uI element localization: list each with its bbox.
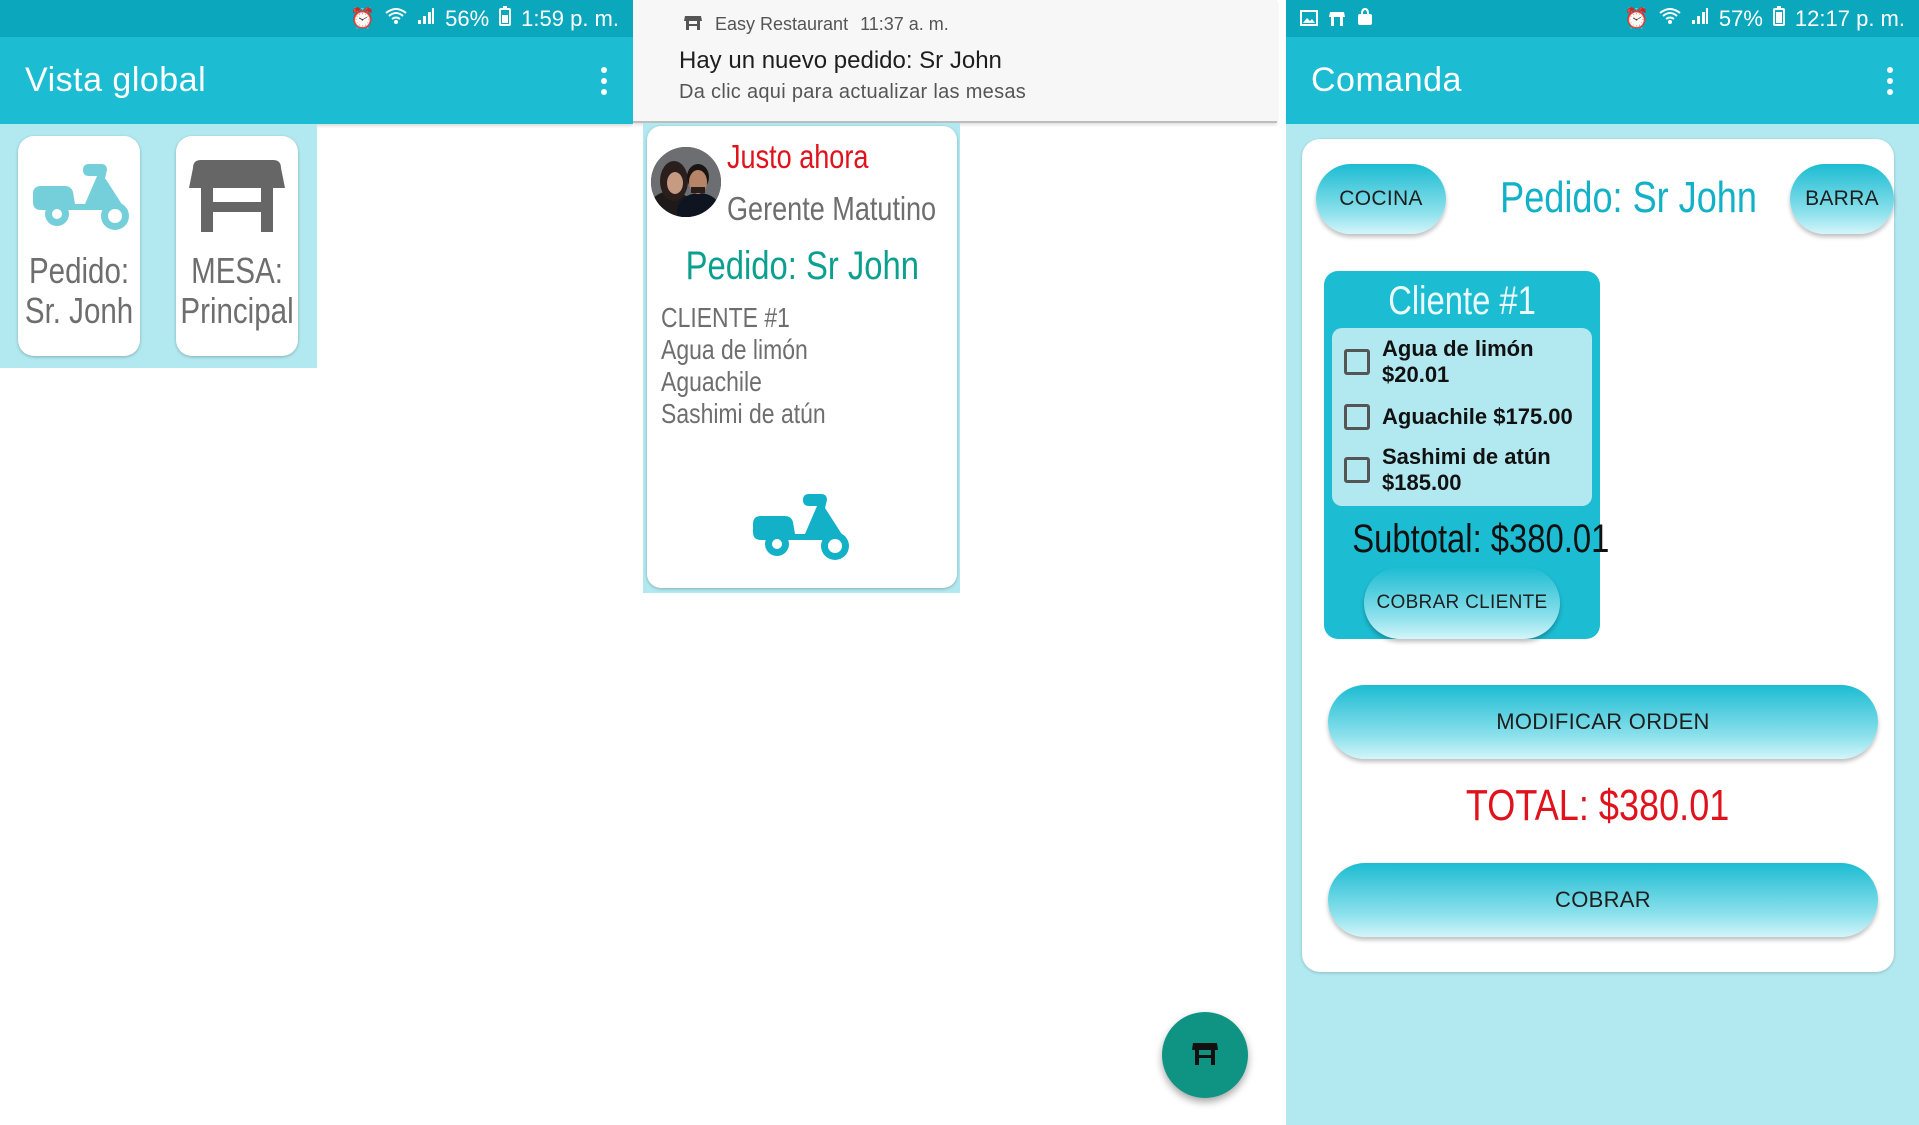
item-name: Aguachile $175.00	[1382, 404, 1573, 429]
kitchen-button[interactable]: COCINA	[1316, 164, 1446, 234]
card-time: Justo ahora	[727, 138, 899, 176]
tile-table-label: MESA: Principal	[168, 251, 306, 331]
card-order-text: Pedido: Sr John	[685, 244, 919, 288]
avatar	[651, 147, 721, 217]
table-icon	[1190, 1040, 1220, 1071]
image-icon	[1300, 6, 1318, 32]
status-bar: ⏰ 57% 12:17 p. m.	[1286, 0, 1919, 37]
order-total: TOTAL: $380.01	[1302, 781, 1894, 831]
list-item: Agua de limón	[661, 334, 862, 366]
card-author-text: Gerente Matutino	[727, 190, 937, 227]
item-label: Sashimi de atún $185.00	[1382, 444, 1551, 496]
clock-time: 12:17 p. m.	[1794, 5, 1905, 31]
notification-app-name: Easy Restaurant	[715, 14, 849, 34]
list-item: Aguachile	[661, 366, 862, 398]
alarm-icon: ⏰	[350, 8, 376, 30]
order-card[interactable]: Justo ahora Gerente Matutino Pedido: Sr …	[647, 126, 957, 588]
overflow-menu-icon[interactable]	[1883, 63, 1897, 99]
battery-icon	[499, 5, 512, 32]
tile-order[interactable]: Pedido: Sr. Jonh	[18, 136, 140, 356]
tile-table-line1: MESA:	[191, 250, 283, 291]
app-bar: Comanda	[1286, 37, 1919, 124]
alarm-icon: ⏰	[1623, 8, 1649, 30]
list-item-text: Agua de limón	[661, 334, 808, 365]
table-icon	[185, 158, 289, 237]
clock-time: 1:59 p. m.	[521, 5, 619, 31]
tile-table[interactable]: MESA: Principal	[176, 136, 298, 356]
item-price: $20.01	[1382, 362, 1450, 387]
client-item-aguachile[interactable]: Aguachile $175.00	[1344, 404, 1573, 430]
client-title-text: Cliente #1	[1388, 279, 1536, 323]
item-name: Sashimi de atún	[1382, 444, 1551, 469]
bar-button[interactable]: BARRA	[1790, 164, 1894, 234]
subtotal-text: Subtotal: $380.01	[1352, 517, 1610, 561]
app-bar: Vista global	[0, 37, 633, 124]
tile-table-line2: Principal	[180, 290, 294, 331]
pay-button[interactable]: COBRAR	[1328, 863, 1878, 937]
tiles-grid: Pedido: Sr. Jonh MESA: Principal	[0, 124, 317, 368]
item-checkbox[interactable]	[1344, 404, 1370, 430]
table-icon	[683, 14, 703, 35]
client-items-list: Agua de limón $20.01 Aguachile $175.00 S…	[1332, 328, 1592, 506]
item-checkbox[interactable]	[1344, 457, 1370, 483]
wifi-icon	[385, 7, 407, 31]
item-label: Agua de limón $20.01	[1382, 336, 1534, 388]
battery-percent: 57%	[1718, 5, 1763, 31]
list-item-text: Sashimi de atún	[661, 398, 826, 429]
card-order-title: Pedido: Sr John	[647, 244, 957, 289]
subtotal: Subtotal: $380.01	[1324, 517, 1609, 562]
list-item: CLIENTE #1	[661, 302, 862, 334]
client-title: Cliente #1	[1324, 279, 1600, 324]
item-price: $185.00	[1382, 470, 1462, 495]
notification-title: Hay un nuevo pedido: Sr John	[679, 47, 1002, 74]
item-name: Agua de limón	[1382, 336, 1534, 361]
list-item-text: Aguachile	[661, 366, 762, 397]
shopping-bag-icon	[1356, 6, 1374, 32]
item-label: Aguachile $175.00	[1382, 404, 1573, 430]
notification-header: Easy Restaurant 11:37 a. m.	[683, 14, 949, 35]
tile-order-line2: Sr. Jonh	[24, 290, 134, 331]
status-bar: ⏰ 56% 1:59 p. m.	[0, 0, 633, 37]
signal-icon	[1691, 7, 1709, 31]
card-time-text: Justo ahora	[727, 138, 869, 175]
page-title: Comanda	[1311, 61, 1462, 99]
notification-text: Da clic aqui para actualizar las mesas	[679, 81, 1027, 103]
charge-client-button[interactable]: COBRAR CLIENTE	[1364, 567, 1560, 639]
page-title: Vista global	[25, 61, 207, 99]
list-item-text: CLIENTE #1	[661, 302, 790, 333]
tile-order-line1: Pedido:	[28, 250, 130, 291]
client-item-sashimi[interactable]: Sashimi de atún $185.00	[1344, 444, 1551, 496]
panel-notification: Easy Restaurant 11:37 a. m. Hay un nuevo…	[633, 0, 1286, 1125]
card-items-list: CLIENTE #1 Agua de limón Aguachile Sashi…	[661, 302, 862, 430]
notification-time: 11:37 a. m.	[860, 14, 949, 34]
scooter-icon	[747, 488, 851, 567]
table-icon	[1328, 6, 1346, 32]
order-title: Pedido: Sr John	[1472, 173, 1757, 223]
notification-banner[interactable]: Easy Restaurant 11:37 a. m. Hay un nuevo…	[633, 0, 1277, 123]
client-item-agua[interactable]: Agua de limón $20.01	[1344, 336, 1534, 388]
client-card: Cliente #1 Agua de limón $20.01 Aguachil…	[1324, 271, 1609, 639]
order-total-text: TOTAL: $380.01	[1466, 781, 1730, 830]
panel-global-view: ⏰ 56% 1:59 p. m. Vista global Pedido: Sr…	[0, 0, 633, 1125]
modify-order-button[interactable]: MODIFICAR ORDEN	[1328, 685, 1878, 759]
signal-icon	[417, 7, 435, 31]
battery-icon	[1772, 5, 1785, 32]
scooter-icon	[27, 158, 131, 237]
item-checkbox[interactable]	[1344, 349, 1370, 375]
card-author: Gerente Matutino	[727, 190, 982, 228]
list-item: Sashimi de atún	[661, 398, 862, 430]
order-title-text: Pedido: Sr John	[1500, 173, 1757, 222]
overflow-menu-icon[interactable]	[597, 63, 611, 99]
wifi-icon	[1659, 7, 1681, 31]
tile-order-label: Pedido: Sr. Jonh	[13, 251, 145, 331]
fab-table-button[interactable]	[1162, 1012, 1248, 1098]
battery-percent: 56%	[445, 5, 490, 31]
panel-comanda: ⏰ 57% 12:17 p. m. Comanda COCINA Pedido:…	[1286, 0, 1919, 1125]
order-sheet: COCINA Pedido: Sr John BARRA Cliente #1 …	[1302, 139, 1894, 972]
